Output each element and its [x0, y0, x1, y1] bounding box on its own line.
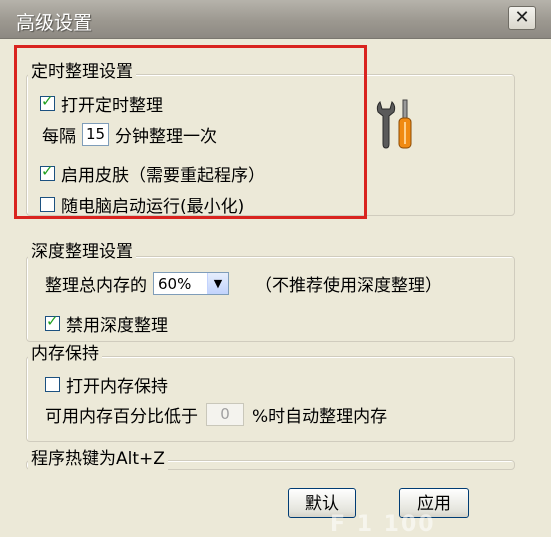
threshold-suffix: %时自动整理内存	[252, 407, 388, 427]
wrench-icon	[376, 101, 396, 149]
close-button[interactable]: ✕	[508, 6, 536, 30]
keep-enable-label: 打开内存保持	[66, 377, 168, 397]
disable-deep-checkbox[interactable]	[45, 312, 60, 331]
highlight-box	[14, 45, 367, 219]
close-icon[interactable]: ✕	[514, 7, 529, 28]
window-title: 高级设置	[16, 12, 93, 34]
keep-enable-checkbox[interactable]	[45, 377, 60, 392]
deep-group-legend: 深度整理设置	[28, 241, 136, 263]
ratio-select[interactable]: 60% ▼	[153, 272, 229, 295]
threshold-prefix: 可用内存百分比低于	[45, 407, 198, 427]
ratio-select-value: 60%	[158, 274, 192, 293]
tools-icon	[376, 99, 412, 149]
threshold-input[interactable]: 0	[206, 403, 244, 426]
screwdriver-icon	[398, 99, 412, 149]
ratio-note: （不推荐使用深度整理）	[255, 276, 442, 296]
title-bar: 高级设置 ✕	[0, 0, 551, 39]
default-button-label: 默认	[305, 494, 339, 514]
keep-group	[26, 356, 515, 442]
apply-button-label: 应用	[417, 494, 451, 514]
chevron-down-icon[interactable]: ▼	[207, 273, 228, 294]
disable-deep-row[interactable]: 禁用深度整理	[45, 311, 168, 336]
hotkey-label: 程序热键为Alt+Z	[28, 448, 168, 470]
threshold-row: 可用内存百分比低于 0 %时自动整理内存	[45, 402, 387, 427]
keep-enable-row[interactable]: 打开内存保持	[45, 372, 168, 397]
disable-deep-label: 禁用深度整理	[66, 316, 168, 336]
ratio-label: 整理总内存的	[45, 276, 147, 296]
ratio-row: 整理总内存的 60% ▼ （不推荐使用深度整理）	[45, 271, 442, 296]
keep-group-legend: 内存保持	[28, 343, 102, 365]
watermark: F 1 100	[330, 512, 436, 537]
